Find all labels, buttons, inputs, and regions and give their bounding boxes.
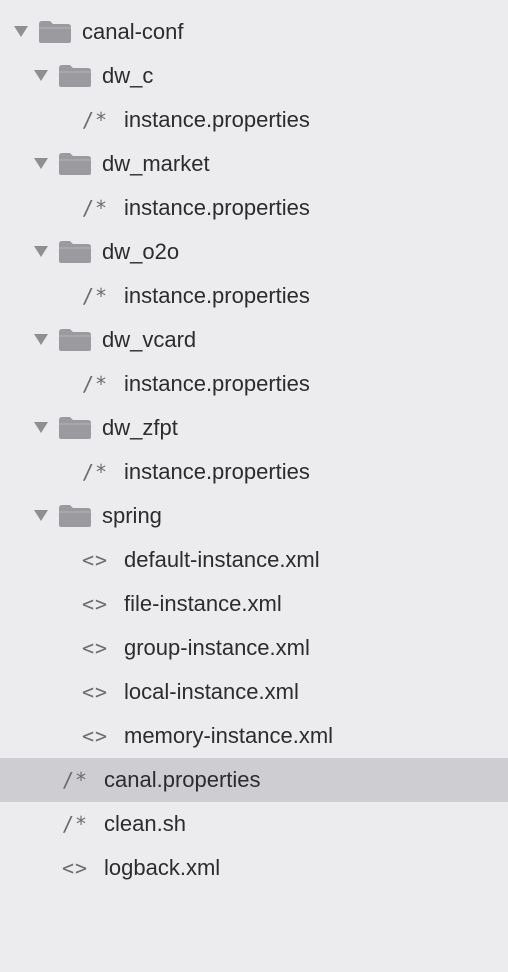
disclosure-triangle-icon[interactable] xyxy=(34,421,48,435)
folder-icon xyxy=(58,504,92,528)
xml-file-icon: <> xyxy=(82,680,109,704)
properties-file-icon: /* xyxy=(62,768,89,792)
tree-item-dw-vcard[interactable]: dw_vcard xyxy=(0,318,508,362)
tree-item-label: dw_o2o xyxy=(102,239,180,264)
folder-icon xyxy=(58,328,92,352)
tree-item-file[interactable]: <> local-instance.xml xyxy=(0,670,508,714)
tree-item-label: dw_vcard xyxy=(102,327,197,352)
folder-icon xyxy=(38,20,72,44)
tree-item-dw-o2o[interactable]: dw_o2o xyxy=(0,230,508,274)
folder-icon xyxy=(58,240,92,264)
tree-item-label: dw_c xyxy=(102,63,154,88)
properties-file-icon: /* xyxy=(82,284,109,308)
tree-item-label: dw_market xyxy=(102,151,210,176)
tree-item-file[interactable]: /* instance.properties xyxy=(0,362,508,406)
tree-item-label: file-instance.xml xyxy=(124,591,282,616)
tree-item-label: clean.sh xyxy=(104,811,186,836)
tree-item-label: logback.xml xyxy=(104,855,221,880)
tree-item-dw-c[interactable]: dw_c xyxy=(0,54,508,98)
tree-item-file[interactable]: <> group-instance.xml xyxy=(0,626,508,670)
tree-item-label: default-instance.xml xyxy=(124,547,320,572)
tree-item-label: canal.properties xyxy=(104,767,261,792)
tree-item-dw-market[interactable]: dw_market xyxy=(0,142,508,186)
tree-item-label: instance.properties xyxy=(124,107,310,132)
tree-item-spring[interactable]: spring xyxy=(0,494,508,538)
xml-file-icon: <> xyxy=(62,856,89,880)
tree-item-file[interactable]: <> file-instance.xml xyxy=(0,582,508,626)
tree-item-canal-properties[interactable]: /* canal.properties xyxy=(0,758,508,802)
tree-item-label: instance.properties xyxy=(124,283,310,308)
tree-item-label: memory-instance.xml xyxy=(124,723,334,748)
xml-file-icon: <> xyxy=(82,636,109,660)
properties-file-icon: /* xyxy=(82,372,109,396)
tree-item-label: spring xyxy=(102,503,162,528)
tree-item-label: instance.properties xyxy=(124,195,310,220)
tree-item-canal-conf[interactable]: canal-conf xyxy=(0,10,508,54)
shell-file-icon: /* xyxy=(62,812,89,836)
tree-item-file[interactable]: /* instance.properties xyxy=(0,450,508,494)
properties-file-icon: /* xyxy=(82,108,109,132)
disclosure-triangle-icon[interactable] xyxy=(14,25,28,39)
file-tree: canal-conf dw_c /* instance.properties d… xyxy=(0,0,508,972)
xml-file-icon: <> xyxy=(82,724,109,748)
folder-icon xyxy=(58,152,92,176)
tree-item-label: group-instance.xml xyxy=(124,635,310,660)
disclosure-triangle-icon[interactable] xyxy=(34,69,48,83)
tree-item-label: dw_zfpt xyxy=(102,415,178,440)
tree-item-file[interactable]: /* instance.properties xyxy=(0,274,508,318)
tree-item-label: instance.properties xyxy=(124,459,310,484)
disclosure-triangle-icon[interactable] xyxy=(34,157,48,171)
disclosure-triangle-icon[interactable] xyxy=(34,509,48,523)
folder-icon xyxy=(58,416,92,440)
tree-item-dw-zfpt[interactable]: dw_zfpt xyxy=(0,406,508,450)
folder-icon xyxy=(58,64,92,88)
tree-item-label: canal-conf xyxy=(82,19,184,44)
tree-item-file[interactable]: /* instance.properties xyxy=(0,98,508,142)
disclosure-triangle-icon[interactable] xyxy=(34,245,48,259)
xml-file-icon: <> xyxy=(82,592,109,616)
properties-file-icon: /* xyxy=(82,196,109,220)
tree-item-label: local-instance.xml xyxy=(124,679,299,704)
tree-item-label: instance.properties xyxy=(124,371,310,396)
disclosure-triangle-icon[interactable] xyxy=(34,333,48,347)
tree-item-file[interactable]: /* instance.properties xyxy=(0,186,508,230)
properties-file-icon: /* xyxy=(82,460,109,484)
tree-item-logback-xml[interactable]: <> logback.xml xyxy=(0,846,508,890)
tree-item-file[interactable]: <> memory-instance.xml xyxy=(0,714,508,758)
tree-item-clean-sh[interactable]: /* clean.sh xyxy=(0,802,508,846)
xml-file-icon: <> xyxy=(82,548,109,572)
tree-item-file[interactable]: <> default-instance.xml xyxy=(0,538,508,582)
